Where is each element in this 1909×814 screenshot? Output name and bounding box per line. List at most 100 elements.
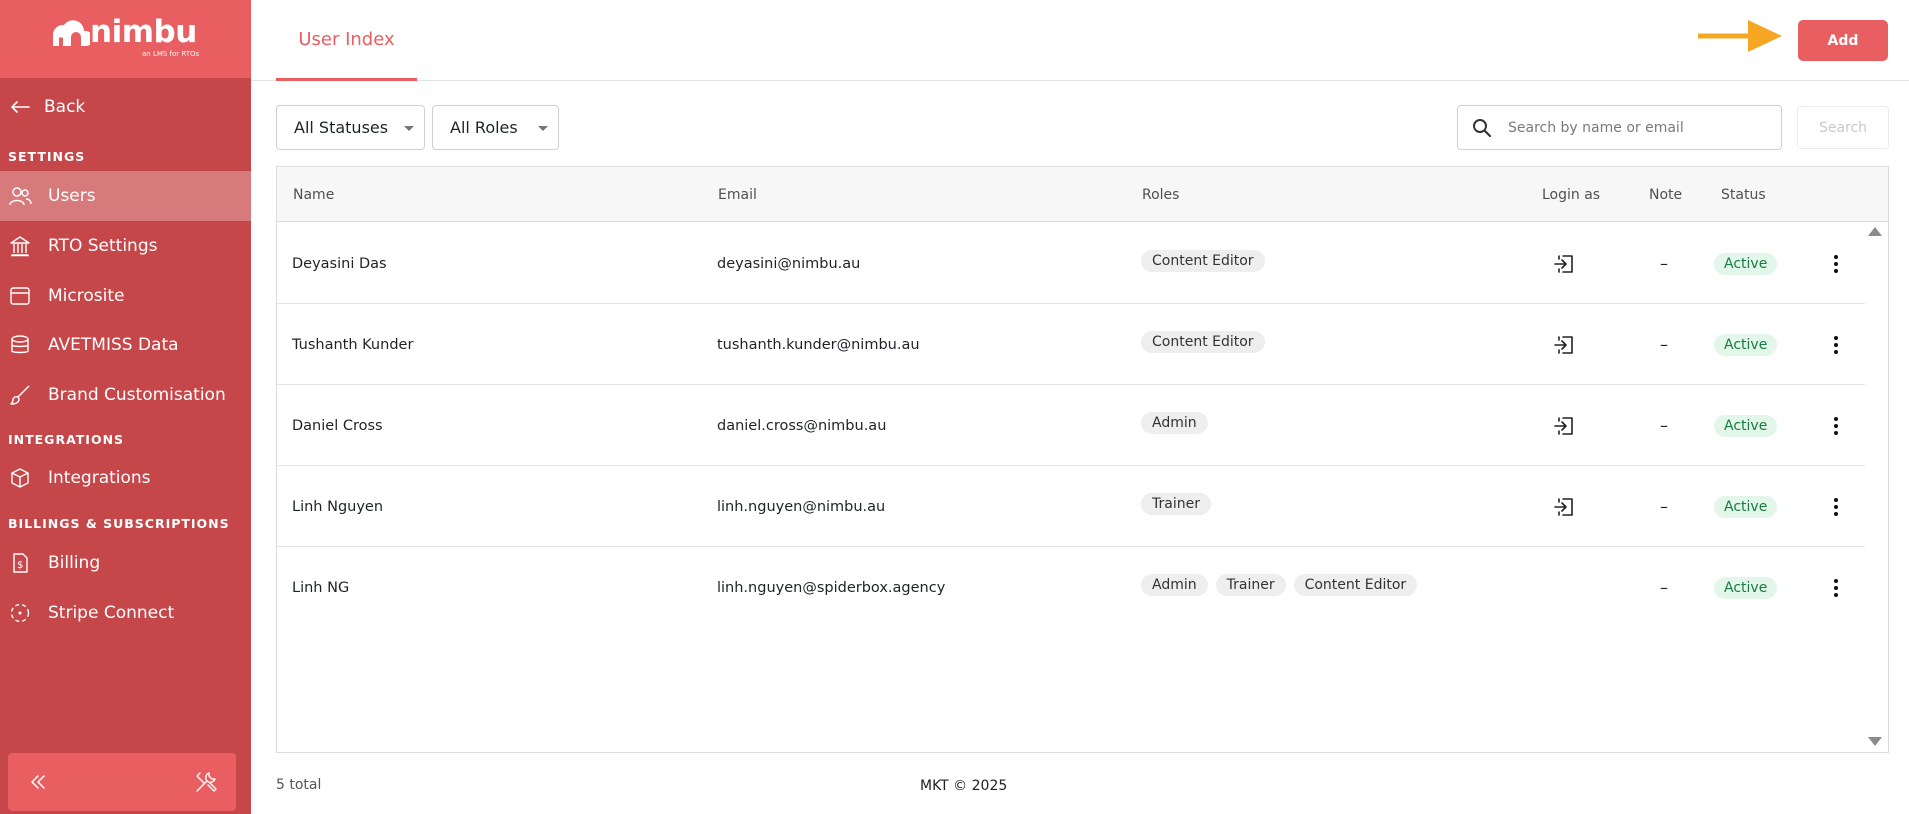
row-actions-button[interactable] xyxy=(1825,223,1847,304)
add-button[interactable]: Add xyxy=(1798,20,1888,61)
sidebar-item-label: RTO Settings xyxy=(48,236,158,256)
status-badge: Active xyxy=(1714,495,1778,518)
search-icon xyxy=(1473,119,1492,138)
sidebar: nimbu an LMS for RTOs Back SETTINGS User… xyxy=(0,0,251,814)
status-cell: Active xyxy=(1714,223,1778,304)
search-field[interactable] xyxy=(1457,105,1782,150)
search-input[interactable] xyxy=(1508,116,1773,140)
arrow-left-icon xyxy=(8,95,32,119)
back-link[interactable]: Back xyxy=(0,82,251,132)
table-row[interactable]: Tushanth Kunder tushanth.kunder@nimbu.au… xyxy=(277,304,1865,385)
status-badge: Active xyxy=(1714,576,1778,599)
login-as-button[interactable] xyxy=(1554,223,1576,304)
table-row[interactable]: Linh NG linh.nguyen@spiderbox.agency Adm… xyxy=(277,547,1865,628)
column-header-roles: Roles xyxy=(1142,186,1180,203)
status-badge: Active xyxy=(1714,252,1778,275)
logo-tagline: an LMS for RTOs xyxy=(142,50,200,58)
chevron-down-icon xyxy=(404,126,414,131)
column-header-email[interactable]: Email xyxy=(718,167,757,222)
sidebar-item-users[interactable]: Users xyxy=(0,171,251,221)
sidebar-footer-bar xyxy=(8,753,236,811)
sidebar-item-label: AVETMISS Data xyxy=(48,335,179,355)
row-actions-button[interactable] xyxy=(1825,385,1847,466)
sidebar-item-label: Stripe Connect xyxy=(48,603,175,623)
login-as-button[interactable] xyxy=(1554,304,1576,385)
status-badge: Active xyxy=(1714,414,1778,437)
status-badge: Active xyxy=(1714,333,1778,356)
users-icon xyxy=(8,184,32,208)
sidebar-item-billing[interactable]: $ Billing xyxy=(0,538,251,588)
collapse-sidebar-icon[interactable] xyxy=(26,770,50,794)
cube-icon xyxy=(8,466,32,490)
svg-text:$: $ xyxy=(17,560,23,571)
role-filter-select[interactable]: All Roles xyxy=(432,105,559,150)
user-email: tushanth.kunder@nimbu.au xyxy=(717,336,920,353)
more-vertical-icon xyxy=(1834,416,1838,435)
user-name: Linh Nguyen xyxy=(292,498,384,515)
login-as-button[interactable] xyxy=(1554,466,1576,547)
tab-user-index[interactable]: User Index xyxy=(276,0,417,81)
sidebar-item-microsite[interactable]: Microsite xyxy=(0,271,251,321)
row-actions-button[interactable] xyxy=(1825,304,1847,385)
user-note: – xyxy=(1660,416,1668,435)
sidebar-item-brand-customisation[interactable]: Brand Customisation xyxy=(0,370,251,420)
user-email: daniel.cross@nimbu.au xyxy=(717,417,887,434)
user-roles: Admin Trainer Content Editor xyxy=(1141,547,1425,628)
user-name: Tushanth Kunder xyxy=(292,336,414,353)
table-row[interactable]: Deyasini Das deyasini@nimbu.au Content E… xyxy=(277,223,1865,304)
table-row[interactable]: Daniel Cross daniel.cross@nimbu.au Admin… xyxy=(277,385,1865,466)
table-header: Name Email Roles Login as Note Status xyxy=(277,167,1888,222)
copyright: MKT © 2025 xyxy=(920,778,1008,794)
user-email: linh.nguyen@nimbu.au xyxy=(717,498,886,515)
scroll-up-arrow[interactable] xyxy=(1868,227,1882,236)
building-icon xyxy=(8,234,32,258)
section-integrations: INTEGRATIONS xyxy=(8,432,125,447)
nimbu-logo[interactable]: nimbu xyxy=(50,17,197,48)
section-settings: SETTINGS xyxy=(8,149,86,164)
dashed-circle-icon xyxy=(8,601,32,625)
user-note: – xyxy=(1660,497,1668,516)
more-vertical-icon xyxy=(1834,497,1838,516)
login-as-icon xyxy=(1554,497,1573,516)
sidebar-item-stripe-connect[interactable]: Stripe Connect xyxy=(0,588,251,638)
user-note: – xyxy=(1660,254,1668,273)
more-vertical-icon xyxy=(1834,254,1838,273)
user-roles: Content Editor xyxy=(1141,304,1273,385)
login-as-icon xyxy=(1554,416,1573,435)
sidebar-item-label: Microsite xyxy=(48,286,125,306)
invoice-dollar-icon: $ xyxy=(8,551,32,575)
section-billings: BILLINGS & SUBSCRIPTIONS xyxy=(8,516,230,531)
role-chip: Content Editor xyxy=(1293,574,1418,596)
scroll-down-arrow[interactable] xyxy=(1868,737,1882,746)
logo-word: nimbu xyxy=(90,14,197,50)
row-actions-button[interactable] xyxy=(1825,466,1847,547)
user-note: – xyxy=(1660,335,1668,354)
tools-icon[interactable] xyxy=(194,770,218,794)
user-name: Daniel Cross xyxy=(292,417,383,434)
sidebar-item-label: Users xyxy=(48,186,96,206)
sidebar-item-integrations[interactable]: Integrations xyxy=(0,453,251,503)
user-roles: Content Editor xyxy=(1141,223,1273,304)
status-cell: Active xyxy=(1714,466,1778,547)
more-vertical-icon xyxy=(1834,335,1838,354)
cloud-logo-icon xyxy=(52,19,90,46)
user-roles: Trainer xyxy=(1141,466,1219,547)
status-filter-value: All Statuses xyxy=(294,118,389,137)
column-header-name[interactable]: Name xyxy=(293,167,334,222)
paintbrush-icon xyxy=(8,383,32,407)
login-as-button[interactable] xyxy=(1554,385,1576,466)
browser-window-icon xyxy=(8,284,32,308)
users-table: Name Email Roles Login as Note Status De… xyxy=(276,166,1889,753)
row-actions-button[interactable] xyxy=(1825,547,1847,628)
role-chip: Trainer xyxy=(1141,493,1211,515)
sidebar-item-rto-settings[interactable]: RTO Settings xyxy=(0,221,251,271)
table-row[interactable]: Linh Nguyen linh.nguyen@nimbu.au Trainer… xyxy=(277,466,1865,547)
search-button[interactable]: Search xyxy=(1797,106,1889,149)
status-filter-select[interactable]: All Statuses xyxy=(276,105,425,150)
column-header-status: Status xyxy=(1721,186,1766,203)
column-header-note: Note xyxy=(1649,186,1683,203)
role-filter-value: All Roles xyxy=(450,118,518,137)
status-cell: Active xyxy=(1714,304,1778,385)
sidebar-item-avetmiss[interactable]: AVETMISS Data xyxy=(0,320,251,370)
chevron-down-icon xyxy=(538,126,548,131)
